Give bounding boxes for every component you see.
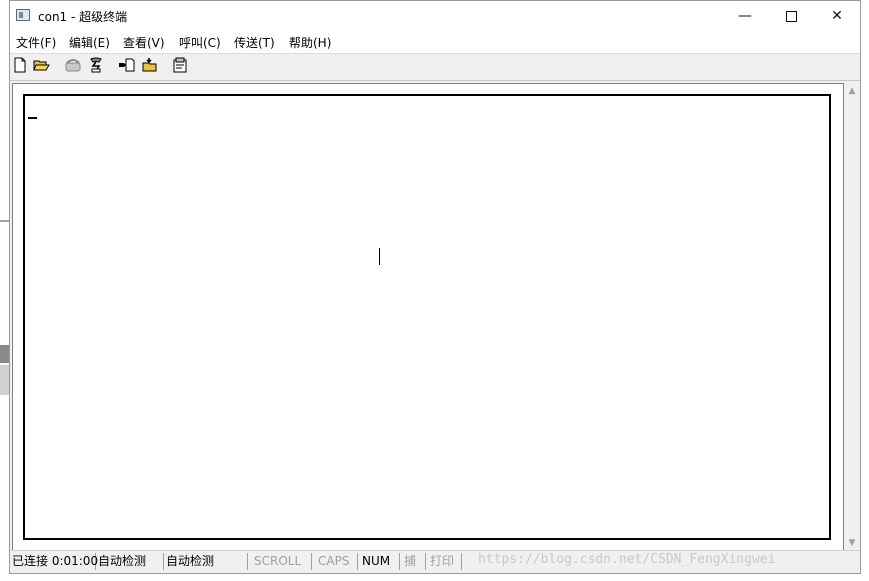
title-bar[interactable]: con1 - 超级终端 — ✕ [10,1,860,31]
new-file-icon [14,57,26,73]
watermark: https://blog.csdn.net/CSDN_FengXingwei [478,552,776,567]
app-icon[interactable] [16,9,30,21]
background-block [0,345,9,363]
background-edge [0,0,9,581]
close-button[interactable]: ✕ [814,1,860,31]
background-line [0,220,9,222]
status-capture: 捕 [400,553,426,570]
properties-icon [173,57,187,73]
menu-help[interactable]: 帮助(H) [289,34,331,51]
status-detect-2: 自动检测 [164,553,248,570]
status-num: NUM [358,553,400,570]
maximize-icon [785,10,797,22]
scroll-up-icon[interactable]: ▲ [844,83,860,99]
menu-bar: 文件(F) 编辑(E) 查看(V) 呼叫(C) 传送(T) 帮助(H) [10,31,860,53]
disconnect-icon [90,57,102,73]
menu-call[interactable]: 呼叫(C) [179,34,221,51]
new-file-button[interactable] [12,57,30,75]
status-bar: 已连接 0:01:00 自动检测 自动检测 SCROLL CAPS NUM 捕 … [10,550,860,573]
text-cursor [28,117,37,119]
mouse-ibeam-cursor [379,248,380,265]
call-icon [65,59,81,72]
menu-edit[interactable]: 编辑(E) [69,34,110,51]
menu-file[interactable]: 文件(F) [16,34,56,51]
open-folder-icon [33,60,50,71]
receive-button[interactable] [141,57,159,75]
status-print: 打印 [426,553,462,570]
toolbar [10,53,860,81]
menu-view[interactable]: 查看(V) [123,34,165,51]
disconnect-button[interactable] [88,57,106,75]
send-file-icon [119,58,135,72]
properties-button[interactable] [172,57,190,75]
window-title: con1 - 超级终端 [38,10,128,24]
minimize-icon: — [738,8,752,24]
terminal-screen[interactable] [23,94,831,540]
receive-file-icon [142,58,157,72]
open-button[interactable] [33,57,51,75]
vertical-scrollbar[interactable]: ▲ ▼ [844,83,860,551]
menu-transfer[interactable]: 传送(T) [234,34,275,51]
status-scroll: SCROLL [248,553,312,570]
background-block [0,365,9,395]
minimize-button[interactable]: — [722,1,768,31]
status-detect: 自动检测 [96,553,164,570]
close-icon: ✕ [831,8,843,24]
status-caps: CAPS [312,553,358,570]
send-button[interactable] [118,57,136,75]
hyperterminal-window: con1 - 超级终端 — ✕ 文件(F) 编辑(E) 查看(V) 呼叫(C) … [9,0,861,574]
status-connection: 已连接 0:01:00 [12,553,99,570]
maximize-button[interactable] [768,1,814,31]
call-button[interactable] [64,57,82,75]
terminal-area[interactable] [12,83,844,551]
scroll-down-icon[interactable]: ▼ [844,535,860,551]
